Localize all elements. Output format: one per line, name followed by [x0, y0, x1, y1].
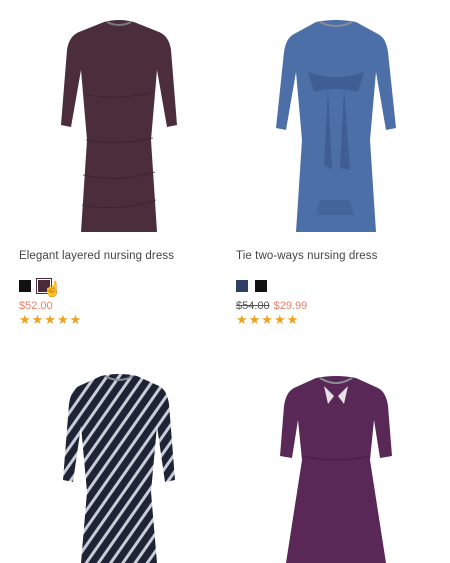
- product-card[interactable]: [236, 360, 436, 563]
- sale-price: $29.99: [273, 300, 308, 312]
- dress-image[interactable]: [19, 0, 219, 240]
- current-price: $52.00: [19, 300, 53, 312]
- star-rating-icon: ★★★★★: [19, 312, 83, 327]
- product-grid: Elegant layered nursing dress ☝ $52.00 ★…: [0, 0, 450, 563]
- color-swatch-navy[interactable]: [236, 280, 248, 292]
- color-swatch-plum[interactable]: ☝: [36, 278, 62, 297]
- product-image[interactable]: [236, 0, 436, 240]
- original-price: $54.00: [236, 300, 270, 312]
- product-image[interactable]: [19, 360, 219, 563]
- dress-image[interactable]: [19, 360, 219, 563]
- dress-image[interactable]: [236, 0, 436, 240]
- rating-stars: ★★★★★: [236, 312, 436, 327]
- product-title[interactable]: Elegant layered nursing dress: [19, 250, 219, 262]
- product-card[interactable]: Tie two-ways nursing dress $54.00 $29.99 …: [236, 0, 436, 327]
- star-rating-icon: ★★★★★: [236, 312, 300, 327]
- color-swatches: ☝: [19, 278, 219, 297]
- product-title[interactable]: Tie two-ways nursing dress: [236, 250, 436, 262]
- hand-pointer-icon: ☝: [43, 281, 62, 298]
- dress-image[interactable]: [236, 360, 436, 563]
- color-swatch-black[interactable]: [255, 280, 267, 292]
- price: $52.00: [19, 300, 219, 312]
- product-card[interactable]: Elegant layered nursing dress ☝ $52.00 ★…: [19, 0, 219, 327]
- color-swatch-black[interactable]: [19, 280, 31, 292]
- rating-stars: ★★★★★: [19, 312, 219, 327]
- product-card[interactable]: [19, 360, 219, 563]
- product-image[interactable]: [19, 0, 219, 240]
- color-swatches: [236, 279, 436, 293]
- product-image[interactable]: [236, 360, 436, 563]
- price: $54.00 $29.99: [236, 300, 436, 312]
